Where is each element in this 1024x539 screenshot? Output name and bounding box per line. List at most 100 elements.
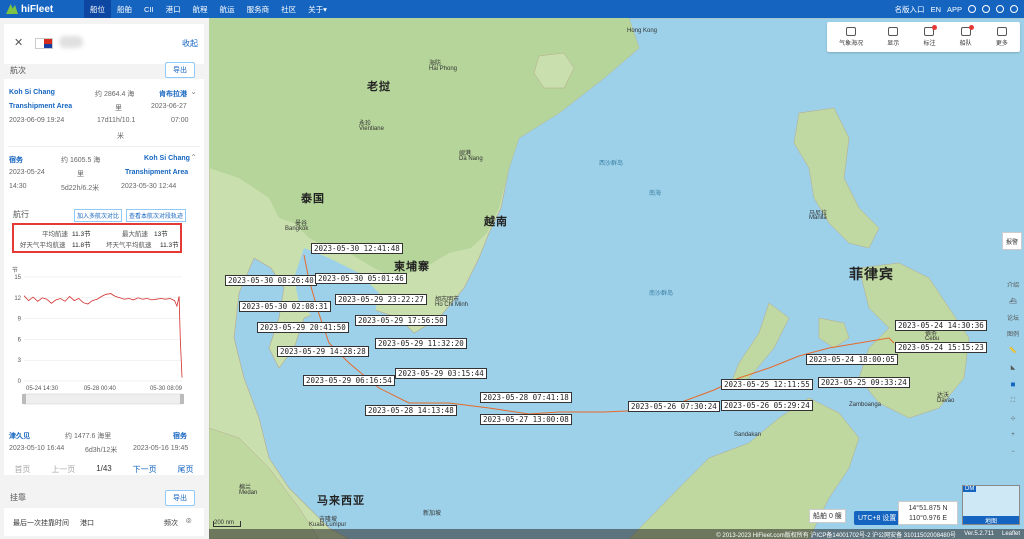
weather-tool[interactable]: 气象海况 [839, 27, 863, 47]
chevron-up-icon[interactable]: ⌃ [190, 153, 197, 162]
close-icon[interactable]: ✕ [14, 36, 23, 49]
flag-icon [35, 38, 53, 49]
leaflet-link[interactable]: Leaflet [1002, 531, 1020, 537]
user-icon[interactable] [1010, 5, 1018, 13]
nav-item-about[interactable]: 关于▾ [302, 0, 333, 18]
prev-page-button[interactable]: 上一页 [51, 464, 75, 478]
more-tool[interactable]: 更多 [996, 27, 1008, 47]
map-side-controls: 介绍 ⛴ 论坛 图例 📏 ◣ ◼ ⛶ ⊹ + − [1004, 280, 1022, 457]
nav-item-cii[interactable]: CII [138, 0, 160, 18]
dm-toggle[interactable]: DM [963, 486, 977, 492]
good-weather-value: 11.8节 [72, 242, 91, 249]
fleet-tool[interactable]: 船队 [960, 25, 974, 47]
track-label[interactable]: 2023-05-26 07:30:24 [628, 401, 720, 412]
voyage-export-button[interactable]: 导出 [165, 62, 195, 78]
speed-chart: 节 0 3 6 9 12 15 05-24 14:30 05-28 00:40 05-30 08:… [12, 266, 184, 405]
settings-icon[interactable] [982, 5, 990, 13]
intro-link[interactable]: 介绍 [1007, 280, 1019, 289]
nav-item-ports[interactable]: 港口 [160, 0, 187, 18]
place-singapore: 新加坡 [423, 511, 442, 517]
nav-item-shipping[interactable]: 航运 [214, 0, 241, 18]
track-label[interactable]: 2023-05-25 12:11:55 [721, 379, 813, 390]
map-canvas[interactable]: 老挝 泰国 柬埔寨 越南 菲律宾 马来西亚 Hong Kong 曼谷 胡志明市 … [209, 18, 1024, 539]
app-link[interactable]: APP [947, 5, 962, 14]
compare-button[interactable]: 加入多航次对比 [74, 209, 123, 222]
voyage-item-3[interactable]: 津久见 约 1477.6 海里 宿务 2023-05-10 16:44 6d3h… [9, 425, 199, 461]
track-label[interactable]: 2023-05-24 14:30:36 [895, 320, 987, 331]
slider-handle-left [22, 394, 26, 404]
track-label[interactable]: 2023-05-26 05:29:24 [721, 400, 813, 411]
annotate-tool[interactable]: 标注 [923, 25, 938, 47]
help-icon[interactable] [996, 5, 1004, 13]
y-tick-label: 15 [14, 275, 21, 281]
nav-item-community[interactable]: 社区 [275, 0, 302, 18]
track-label[interactable]: 2023-05-27 13:00:08 [480, 414, 572, 425]
forum-link[interactable]: 论坛 [1007, 313, 1019, 322]
zoom-out-icon[interactable]: − [1006, 447, 1020, 457]
track-label[interactable]: 2023-05-29 03:15:44 [395, 368, 487, 379]
bookmark-icon[interactable]: ◼ [1006, 379, 1020, 389]
place-manila: Manila [809, 215, 827, 221]
track-label[interactable]: 2023-05-29 20:41:50 [257, 322, 349, 333]
first-page-button[interactable]: 首页 [14, 464, 30, 478]
place-davao: Davao [937, 398, 955, 404]
collapse-button[interactable]: 收起 [182, 38, 198, 49]
legend-link[interactable]: 图例 [1007, 329, 1019, 338]
track-label[interactable]: 2023-05-29 14:28:28 [277, 346, 369, 357]
latitude: 14°51.875 N [908, 505, 948, 512]
ruler-icon[interactable]: 📏 [1006, 345, 1020, 355]
track-label[interactable]: 2023-05-30 05:01:46 [315, 273, 407, 284]
track-label[interactable]: 2023-05-29 23:22:27 [335, 294, 427, 305]
locate-icon[interactable]: ⊹ [1006, 413, 1020, 423]
page-indicator: 1/43 [96, 464, 112, 473]
next-page-button[interactable]: 下一页 [133, 464, 157, 478]
place-haiphong: Hai Phong [429, 66, 458, 72]
speed-summary: 平均航速 11.3节 最大航速 13节 好天气平均航速 11.8节 坏天气平均航… [12, 223, 182, 253]
utc-settings-button[interactable]: UTC+8 设置 [854, 511, 901, 525]
weather-icon [846, 27, 857, 36]
track-label[interactable]: 2023-05-30 12:41:48 [311, 243, 403, 254]
nav-item-ships[interactable]: 船舶 [111, 0, 138, 18]
nav-item-position[interactable]: 船位 [84, 0, 111, 18]
track-button[interactable]: 查看本航次对段轨迹 [126, 209, 187, 222]
alarm-button[interactable]: 报警 [1002, 232, 1022, 250]
chat-icon[interactable] [968, 5, 976, 13]
voyage-item-2[interactable]: 宿务 约 1605.5 海 Koh Si Chang ⌃ 2023-05-24 … [9, 149, 199, 193]
copyright-text: © 2013-2023 HiFleet.com版权所有 沪ICP备1400170… [716, 532, 957, 539]
legacy-entry-link[interactable]: 名版入口 [895, 4, 925, 15]
minimap[interactable]: DM 地图 [962, 485, 1020, 525]
voyage-item-1[interactable]: Koh Si Chang 约 2864.4 海 肯布拉港 ⌄ Transhipm… [9, 83, 199, 143]
v3-duration: 6d3h/12米 [85, 447, 118, 454]
fullscreen-icon[interactable]: ⛶ [1006, 396, 1020, 406]
annotate-label: 标注 [923, 41, 936, 47]
app-name: hiFleet [21, 3, 54, 15]
track-label[interactable]: 2023-05-30 08:26:40 [225, 275, 317, 286]
stop-export-button[interactable]: 导出 [165, 490, 195, 506]
track-label[interactable]: 2023-05-25 09:33:24 [818, 377, 910, 388]
chevron-down-icon[interactable]: ⌄ [190, 87, 197, 96]
ship-icon[interactable]: ⛴ [1006, 296, 1020, 306]
lang-en-link[interactable]: EN [931, 5, 941, 14]
track-label[interactable]: 2023-05-24 18:00:05 [806, 354, 898, 365]
track-label[interactable]: 2023-05-28 14:13:48 [365, 405, 457, 416]
track-label[interactable]: 2023-05-30 02:08:31 [239, 301, 331, 312]
v2-depart-date: 2023-05-24 [9, 169, 45, 176]
track-label[interactable]: 2023-05-29 17:56:50 [355, 315, 447, 326]
nav-item-providers[interactable]: 服务商 [241, 0, 276, 18]
copyright-bar: © 2013-2023 HiFleet.com版权所有 沪ICP备1400170… [209, 529, 1024, 539]
track-label[interactable]: 2023-05-24 15:15:23 [895, 342, 987, 353]
country-philippines: 菲律宾 [849, 266, 894, 282]
nav-item-voyage[interactable]: 航程 [187, 0, 214, 18]
last-page-button[interactable]: 尾页 [178, 464, 194, 478]
track-label[interactable]: 2023-05-29 11:32:20 [375, 338, 467, 349]
country-cambodia: 柬埔寨 [394, 261, 430, 273]
minimap-label: 地图 [963, 516, 1019, 525]
track-label[interactable]: 2023-05-28 07:41:18 [480, 392, 572, 403]
zoom-in-icon[interactable]: + [1006, 430, 1020, 440]
display-tool[interactable]: 显示 [887, 27, 899, 47]
location-pin-icon[interactable]: ⌾ [186, 516, 191, 527]
angle-icon[interactable]: ◣ [1006, 362, 1020, 372]
track-label[interactable]: 2023-05-29 06:16:54 [303, 375, 395, 386]
voyage-title: 航次 [10, 66, 26, 75]
logo[interactable]: hiFleet [0, 4, 84, 15]
